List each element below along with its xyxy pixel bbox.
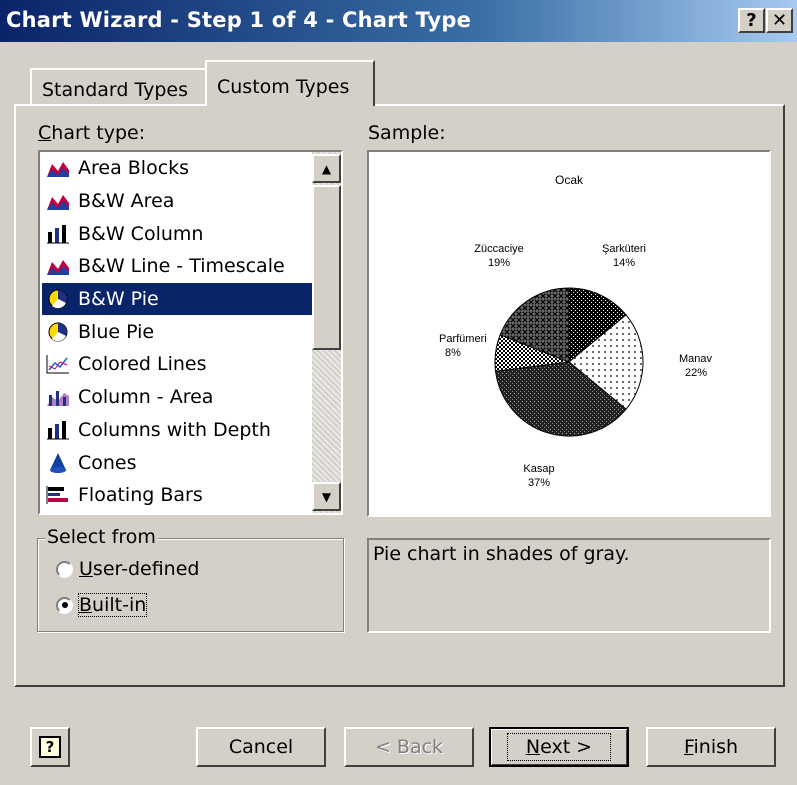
list-item-label: B&W Area xyxy=(78,190,175,213)
area-chart-icon xyxy=(46,157,70,179)
finish-button-label: Finish xyxy=(683,736,739,758)
area-chart-icon xyxy=(46,255,70,277)
list-item[interactable]: Cones xyxy=(42,446,312,479)
radio-user-defined[interactable]: User-defined xyxy=(56,558,199,580)
sample-label: Sample: xyxy=(368,122,446,144)
list-item-label: Column - Area xyxy=(78,386,214,409)
line-chart-icon xyxy=(46,353,70,375)
next-button[interactable]: Next > xyxy=(489,727,629,767)
pie-slice-percent: 19% xyxy=(488,257,510,269)
back-button-label: < Back xyxy=(374,736,444,758)
tab-custom-types[interactable]: Custom Types xyxy=(205,60,375,106)
list-item[interactable]: Columns with Depth xyxy=(42,414,312,447)
pie-slice-percent: 22% xyxy=(685,367,707,379)
pie-slice-label: Kasap xyxy=(523,463,554,475)
cancel-button-label: Cancel xyxy=(228,736,294,758)
radio-built-in-label: Built-in xyxy=(77,593,148,617)
back-button[interactable]: < Back xyxy=(344,727,474,767)
column-chart-icon xyxy=(46,419,70,441)
finish-button[interactable]: Finish xyxy=(646,727,776,767)
list-item-label: Columns with Depth xyxy=(78,418,271,441)
arrow-down-icon: ▼ xyxy=(321,489,332,504)
list-item[interactable]: Blue Pie xyxy=(42,315,312,348)
column-area-chart-icon xyxy=(46,386,70,408)
radio-user-defined-circle[interactable] xyxy=(56,560,73,578)
scroll-up-button[interactable]: ▲ xyxy=(312,154,341,183)
list-item[interactable]: Floating Bars xyxy=(42,479,312,512)
list-item-label: Cones xyxy=(78,451,137,474)
list-item[interactable]: Area Blocks xyxy=(42,152,312,185)
cone-chart-icon xyxy=(46,452,70,474)
list-item[interactable]: Colored Lines xyxy=(42,348,312,381)
pie-slice-label: Züccaciye xyxy=(474,243,524,255)
list-item-label: B&W Line - Timescale xyxy=(78,255,285,278)
chart-type-label: Chart type: xyxy=(38,122,146,144)
radio-built-in[interactable]: Built-in xyxy=(56,593,148,617)
list-scrollbar[interactable]: ▲ ▼ xyxy=(312,152,341,513)
help-button[interactable]: ? xyxy=(30,727,70,767)
area-chart-icon xyxy=(46,190,70,212)
scroll-down-button[interactable]: ▼ xyxy=(312,482,341,511)
pie-slice-percent: 37% xyxy=(528,477,550,489)
list-item-label: B&W Pie xyxy=(78,288,163,311)
select-from-group xyxy=(37,538,344,632)
chart-description: Pie chart in shades of gray. xyxy=(367,538,771,633)
next-button-label: Next > xyxy=(506,733,612,761)
help-icon: ? xyxy=(39,736,61,758)
chart-type-list[interactable]: Area Blocks B&W Area B&W Column B&W Line - … xyxy=(38,150,343,515)
sample-chart: Ocak Şarküteri 14% Manav 22% Kasap 37% Parfüme… xyxy=(439,173,713,489)
cancel-button[interactable]: Cancel xyxy=(196,727,326,767)
tab-custom-types-label: Custom Types xyxy=(217,76,350,98)
pie-slices xyxy=(494,287,644,437)
chart-title: Ocak xyxy=(555,173,584,187)
chart-type-items: Area Blocks B&W Area B&W Column B&W Line - … xyxy=(42,152,312,512)
close-icon: ✕ xyxy=(771,9,788,31)
pie-slice-label: Manav xyxy=(679,353,713,365)
pie-slice-percent: 8% xyxy=(445,347,461,359)
arrow-up-icon: ▲ xyxy=(321,161,332,176)
pie-chart-icon xyxy=(46,321,70,343)
list-item[interactable]: B&W Column xyxy=(42,217,312,250)
scroll-thumb[interactable] xyxy=(312,185,341,350)
list-item-label: Floating Bars xyxy=(78,484,203,507)
radio-user-defined-label: User-defined xyxy=(79,558,200,580)
pie-slice-label: Parfümeri xyxy=(439,333,487,345)
chart-description-text: Pie chart in shades of gray. xyxy=(373,543,630,565)
help-title-button[interactable]: ? xyxy=(738,8,765,33)
sample-preview: Ocak Şarküteri 14% Manav 22% Kasap 37% Parfüme… xyxy=(367,150,771,517)
tab-standard-types-label: Standard Types xyxy=(42,79,189,101)
radio-built-in-circle[interactable] xyxy=(56,596,73,614)
list-item-label: Colored Lines xyxy=(78,353,207,376)
list-item-label: Blue Pie xyxy=(78,320,155,343)
list-item[interactable]: B&W Area xyxy=(42,185,312,218)
column-chart-icon xyxy=(46,223,70,245)
tab-standard-types[interactable]: Standard Types xyxy=(30,68,207,106)
list-item-label: Area Blocks xyxy=(78,157,190,180)
list-item[interactable]: Column - Area xyxy=(42,381,312,414)
pie-chart-icon xyxy=(46,288,70,310)
close-button[interactable]: ✕ xyxy=(766,8,793,33)
select-from-legend: Select from xyxy=(45,526,158,548)
window-title: Chart Wizard - Step 1 of 4 - Chart Type xyxy=(6,8,472,32)
list-item[interactable]: B&W Pie xyxy=(42,282,312,316)
list-item-label: B&W Column xyxy=(78,222,204,245)
pie-slice-label: Şarküteri xyxy=(602,243,646,255)
pie-slice-percent: 14% xyxy=(613,257,635,269)
list-item[interactable]: B&W Line - Timescale xyxy=(42,250,312,283)
bar-chart-icon xyxy=(46,484,70,506)
title-bar: Chart Wizard - Step 1 of 4 - Chart Type … xyxy=(0,0,797,42)
